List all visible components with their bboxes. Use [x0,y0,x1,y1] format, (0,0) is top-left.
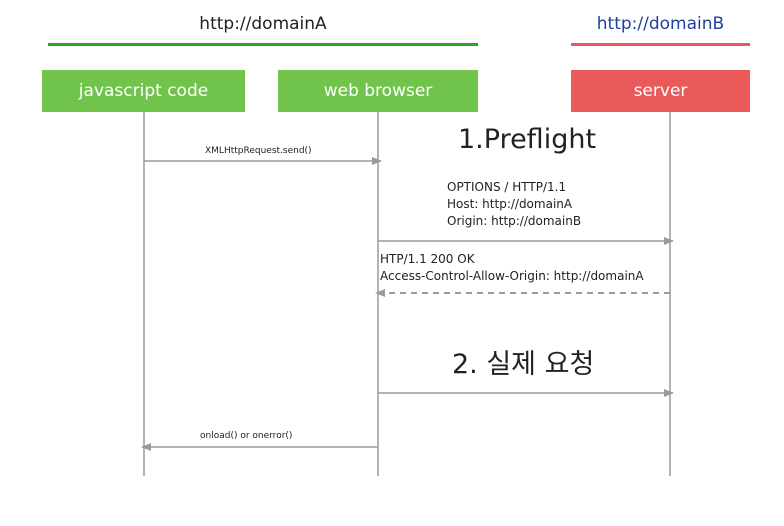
send-label: XMLHttpRequest.send() [205,146,312,156]
allow-origin-header-line: Access-Control-Allow-Origin: http://doma… [380,269,644,283]
preflight-response-headers: HTP/1.1 200 OK Access-Control-Allow-Orig… [380,251,644,285]
host-header-line: Host: http://domainA [447,197,573,211]
options-request-line: OPTIONS / HTTP/1.1 [447,180,567,194]
status-line: HTP/1.1 200 OK [380,252,475,266]
preflight-request-headers: OPTIONS / HTTP/1.1 Host: http://domainA … [447,179,581,230]
origin-header-line: Origin: http://domainB [447,214,582,228]
actual-request-title: 2. 실제 요청 [452,349,595,380]
callback-label: onload() or onerror() [200,431,293,441]
preflight-title: 1.Preflight [458,124,597,155]
cors-sequence-diagram: http://domainA http://domainB javascript… [0,0,784,526]
